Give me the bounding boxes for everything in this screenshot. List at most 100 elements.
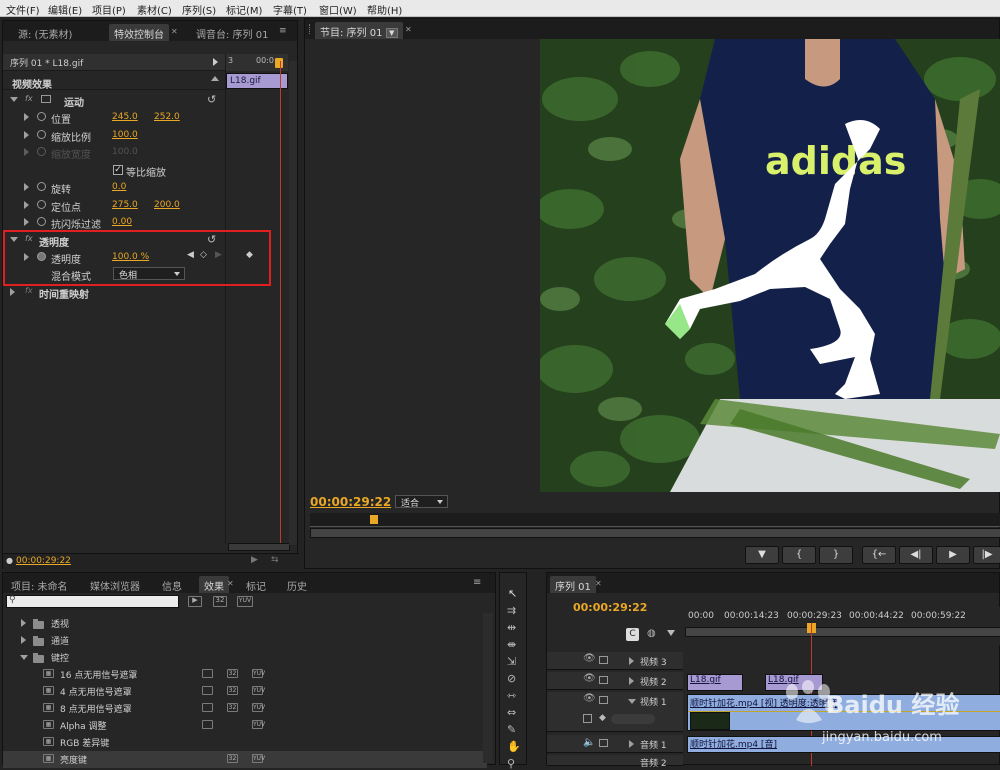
lock-icon[interactable] <box>599 739 608 747</box>
effects-search-input[interactable]: ⚲ <box>6 595 179 608</box>
slip-tool-icon[interactable]: ⇿ <box>507 689 516 702</box>
rotation-value[interactable]: 0.0 <box>112 182 126 192</box>
expand-icon[interactable] <box>21 636 26 644</box>
uniform-scale-checkbox[interactable]: ✓ <box>113 165 123 175</box>
expand-icon[interactable] <box>24 131 29 139</box>
tab-markers[interactable]: 标记 <box>241 576 271 593</box>
expand-icon[interactable] <box>628 699 636 704</box>
selection-tool-icon[interactable]: ↖ <box>508 587 517 600</box>
zoom-scrollbar[interactable] <box>685 627 1000 637</box>
eye-icon[interactable]: 👁 <box>583 653 596 664</box>
tab-history[interactable]: 历史 <box>282 576 312 593</box>
program-timecode[interactable]: 00:00:29:22 <box>310 495 391 509</box>
panel-menu-icon[interactable]: ≡ <box>473 577 481 588</box>
tree-folder[interactable]: 键控 <box>3 649 487 666</box>
track-header-a1[interactable]: 🔈 音频 1 <box>547 735 683 753</box>
track-header-v1[interactable]: 👁 视频 1 ◆ <box>547 692 683 732</box>
close-icon[interactable]: ✕ <box>595 579 602 588</box>
effect-item[interactable]: ▦ 8 点无用信号遮罩 32 YUV <box>3 700 487 717</box>
menu-help[interactable]: 帮助(H) <box>367 2 402 17</box>
effect-motion[interactable]: fx 运动 ↺ <box>3 92 285 109</box>
lock-icon[interactable] <box>599 696 608 704</box>
display-style-icon[interactable] <box>583 714 592 723</box>
fx-icon[interactable]: fx <box>25 234 33 243</box>
tree-folder[interactable]: 透视 <box>3 615 487 632</box>
tab-project[interactable]: 项目: 未命名 <box>6 576 73 593</box>
effect-item[interactable]: ▦ 亮度键 32 YUV <box>3 751 487 768</box>
stopwatch-icon[interactable] <box>37 112 46 121</box>
tab-program[interactable]: 节目: 序列 01 ▼ <box>315 22 403 39</box>
play-icon[interactable]: ▶ <box>251 555 258 565</box>
zoom-icon[interactable]: ● <box>6 556 13 565</box>
ec-timecode[interactable]: 00:00:29:22 <box>16 556 71 566</box>
hand-tool-icon[interactable]: ✋ <box>507 740 521 753</box>
razor-tool-icon[interactable]: ⊘ <box>507 672 516 685</box>
effect-time-remap[interactable]: fx 时间重映射 <box>3 284 285 301</box>
timeline-timecode[interactable]: 00:00:29:22 <box>573 601 647 614</box>
lock-icon[interactable] <box>599 676 608 684</box>
expand-icon[interactable] <box>21 619 26 627</box>
chevron-down-icon[interactable]: ▼ <box>385 28 398 38</box>
expand-icon[interactable] <box>20 655 28 660</box>
pen-tool-icon[interactable]: ✎ <box>507 723 516 736</box>
stopwatch-icon[interactable] <box>37 200 46 209</box>
effect-item[interactable]: ▦ 16 点无用信号遮罩 32 YUV <box>3 666 487 683</box>
effects-scrollbar[interactable] <box>483 613 493 763</box>
panel-menu-icon[interactable]: ≡ <box>279 26 287 36</box>
menu-title[interactable]: 字幕(T) <box>273 2 307 17</box>
menu-file[interactable]: 文件(F) <box>6 2 40 17</box>
prev-keyframe-icon[interactable]: ◀ <box>187 250 194 260</box>
expand-icon[interactable] <box>24 253 29 261</box>
ripple-edit-tool-icon[interactable]: ⇹ <box>507 621 516 634</box>
reset-icon[interactable]: ↺ <box>207 93 216 106</box>
add-marker-button[interactable]: ▼ <box>745 546 779 564</box>
antiflicker-value[interactable]: 0.00 <box>112 217 132 227</box>
transform-icon[interactable] <box>41 95 51 103</box>
menu-project[interactable]: 项目(P) <box>92 2 126 17</box>
program-time-ruler[interactable] <box>310 513 1000 527</box>
next-keyframe-icon[interactable]: ▶ <box>215 250 222 260</box>
go-to-in-button[interactable]: {← <box>862 546 896 564</box>
yuv-effects-icon[interactable]: YUV <box>237 596 253 607</box>
mark-out-button[interactable]: } <box>819 546 853 564</box>
set-marker-icon[interactable]: ◍ <box>647 628 656 639</box>
zoom-tool-icon[interactable]: ⚲ <box>507 757 515 770</box>
menu-window[interactable]: 窗口(W) <box>319 2 357 17</box>
close-icon[interactable]: ✕ <box>171 27 178 36</box>
grip-icon[interactable] <box>309 24 312 34</box>
effect-item[interactable]: ▦ RGB 差异键 <box>3 734 487 751</box>
expand-icon[interactable] <box>629 740 634 748</box>
timeline-ruler[interactable]: 00:00 00:00:14:23 00:00:29:23 00:00:44:2… <box>685 607 1000 645</box>
effect-opacity[interactable]: fx 透明度 ↺ <box>3 232 285 249</box>
track-select-tool-icon[interactable]: ⇉ <box>507 604 516 617</box>
effect-item[interactable]: ▦ 4 点无用信号遮罩 32 YUV <box>3 683 487 700</box>
rate-stretch-tool-icon[interactable]: ⇲ <box>507 655 516 668</box>
stopwatch-icon[interactable] <box>37 130 46 139</box>
step-back-button[interactable]: ◀| <box>899 546 933 564</box>
eye-icon[interactable]: 👁 <box>583 693 596 704</box>
opacity-value[interactable]: 100.0 % <box>112 252 149 262</box>
slide-tool-icon[interactable]: ⇔ <box>507 706 516 719</box>
32bit-effects-icon[interactable]: 32 <box>213 596 227 607</box>
playhead-marker[interactable] <box>275 58 283 68</box>
add-keyframe-icon[interactable]: ◇ <box>200 250 207 260</box>
menu-marker[interactable]: 标记(M) <box>226 2 262 17</box>
tab-sequence[interactable]: 序列 01 <box>550 576 596 593</box>
stopwatch-icon[interactable] <box>37 217 46 226</box>
program-zoom-bar[interactable] <box>310 528 1000 538</box>
expand-icon[interactable] <box>629 657 634 665</box>
tab-effect-controls[interactable]: 特效控制台 <box>109 24 169 41</box>
menu-clip[interactable]: 素材(C) <box>137 2 172 17</box>
position-x-value[interactable]: 245.0 <box>112 112 138 122</box>
anchor-x-value[interactable]: 275.0 <box>112 200 138 210</box>
track-header-v3[interactable]: 👁 视频 3 <box>547 652 683 670</box>
expand-icon[interactable] <box>10 288 15 296</box>
step-forward-button[interactable]: |▶ <box>973 546 1000 564</box>
lock-icon[interactable] <box>599 656 608 664</box>
play-button[interactable]: ▶ <box>936 546 970 564</box>
mark-in-button[interactable]: { <box>782 546 816 564</box>
scale-value[interactable]: 100.0 <box>112 130 138 140</box>
effect-item[interactable]: ▦ Alpha 调整 YUV <box>3 717 487 734</box>
reset-icon[interactable]: ↺ <box>207 233 216 246</box>
speaker-icon[interactable]: 🔈 <box>583 737 595 748</box>
